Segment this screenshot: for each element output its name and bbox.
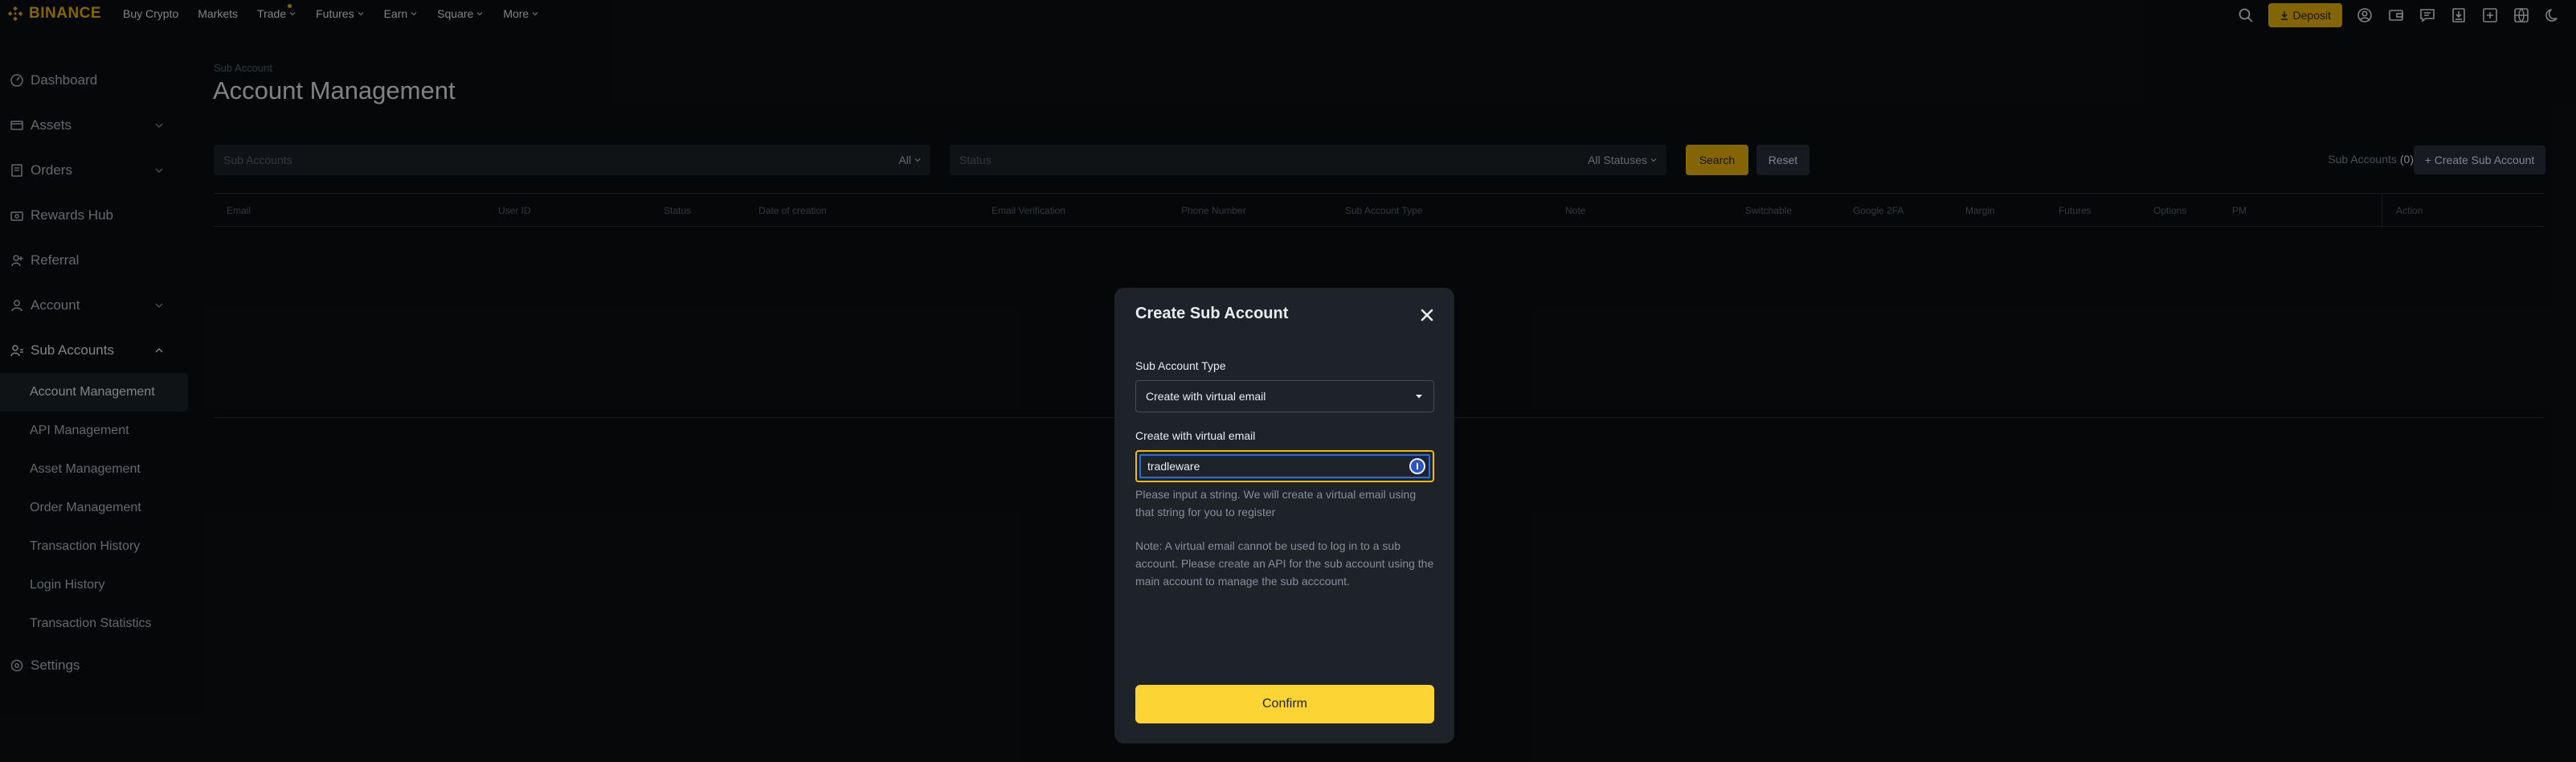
virtual-email-input[interactable]: tradleware <box>1135 450 1434 482</box>
virtual-email-note: Note: A virtual email cannot be used to … <box>1135 539 1434 588</box>
virtual-email-input-focus[interactable]: tradleware <box>1139 454 1430 478</box>
virtual-email-label: Create with virtual email <box>1135 429 1256 442</box>
virtual-email-help-text: Please input a string. We will create a … <box>1135 488 1417 518</box>
create-sub-account-modal: Create Sub Account Sub Account Type Crea… <box>1114 288 1454 744</box>
sub-account-type-value: Create with virtual email <box>1146 390 1266 403</box>
sub-account-type-select[interactable]: Create with virtual email <box>1135 380 1434 412</box>
autofill-extension-icon[interactable] <box>1409 458 1425 474</box>
modal-title: Create Sub Account <box>1135 305 1289 322</box>
virtual-email-value: tradleware <box>1147 460 1200 473</box>
sub-account-type-label: Sub Account Type <box>1135 359 1226 372</box>
confirm-button[interactable]: Confirm <box>1135 685 1434 723</box>
close-icon[interactable] <box>1419 307 1435 323</box>
caret-down-icon <box>1416 395 1422 399</box>
